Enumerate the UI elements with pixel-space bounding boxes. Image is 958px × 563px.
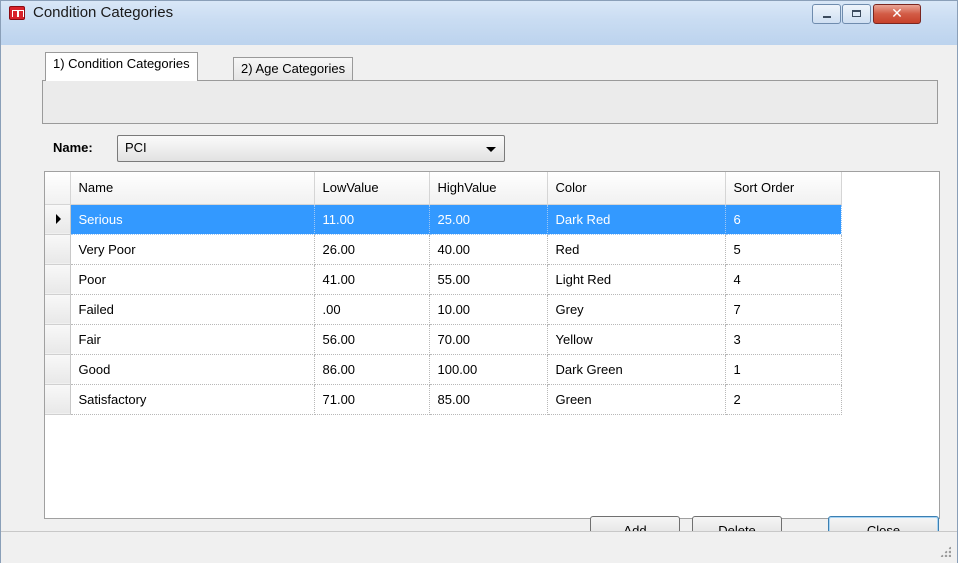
- cell-name[interactable]: Satisfactory: [70, 384, 315, 415]
- cell-sort-order[interactable]: 6: [725, 204, 842, 235]
- cell-color[interactable]: Grey: [547, 294, 726, 325]
- cell-lowvalue[interactable]: 56.00: [314, 324, 430, 355]
- tab-condition-categories[interactable]: 1) Condition Categories: [45, 52, 198, 81]
- cell-color[interactable]: Green: [547, 384, 726, 415]
- column-header-name[interactable]: Name: [70, 172, 315, 205]
- row-header-corner: [45, 172, 71, 205]
- maximize-button[interactable]: [842, 4, 871, 24]
- current-row-icon: [56, 213, 61, 224]
- column-header-sort-order[interactable]: Sort Order: [725, 172, 842, 205]
- row-header[interactable]: [45, 234, 71, 265]
- column-header-highvalue[interactable]: HighValue: [429, 172, 548, 205]
- table-row[interactable]: Serious 11.00 25.00 Dark Red 6: [45, 204, 842, 235]
- cell-sort-order[interactable]: 5: [725, 234, 842, 265]
- cell-color[interactable]: Dark Green: [547, 354, 726, 385]
- cell-highvalue[interactable]: 70.00: [429, 324, 548, 355]
- cell-highvalue[interactable]: 55.00: [429, 264, 548, 295]
- cell-sort-order[interactable]: 1: [725, 354, 842, 385]
- condition-categories-grid[interactable]: Name LowValue HighValue Color Sort Order…: [44, 171, 940, 519]
- row-header[interactable]: [45, 324, 71, 355]
- table-row[interactable]: Satisfactory 71.00 85.00 Green 2: [45, 384, 842, 415]
- header-row: Name LowValue HighValue Color Sort Order: [45, 172, 842, 205]
- cell-name[interactable]: Very Poor: [70, 234, 315, 265]
- cell-name[interactable]: Poor: [70, 264, 315, 295]
- close-window-button[interactable]: ✕: [873, 4, 921, 24]
- cell-lowvalue[interactable]: 86.00: [314, 354, 430, 385]
- cell-sort-order[interactable]: 4: [725, 264, 842, 295]
- cell-lowvalue[interactable]: .00: [314, 294, 430, 325]
- cell-lowvalue[interactable]: 11.00: [314, 204, 430, 235]
- cell-name[interactable]: Failed: [70, 294, 315, 325]
- maximize-icon: [852, 10, 861, 17]
- cell-highvalue[interactable]: 25.00: [429, 204, 548, 235]
- cell-highvalue[interactable]: 85.00: [429, 384, 548, 415]
- table-row[interactable]: Poor 41.00 55.00 Light Red 4: [45, 264, 842, 295]
- status-bar: [1, 531, 957, 563]
- window-title: Condition Categories: [33, 4, 174, 21]
- cell-highvalue[interactable]: 100.00: [429, 354, 548, 385]
- app-icon: [9, 6, 25, 20]
- column-header-lowvalue[interactable]: LowValue: [314, 172, 430, 205]
- tab-age-categories[interactable]: 2) Age Categories: [233, 57, 354, 81]
- cell-highvalue[interactable]: 10.00: [429, 294, 548, 325]
- table-row[interactable]: Good 86.00 100.00 Dark Green 1: [45, 354, 842, 385]
- name-dropdown-value: PCI: [125, 140, 147, 155]
- row-header[interactable]: [45, 354, 71, 385]
- resize-grip-icon[interactable]: [940, 546, 951, 557]
- column-header-color[interactable]: Color: [547, 172, 726, 205]
- cell-sort-order[interactable]: 2: [725, 384, 842, 415]
- title-bar[interactable]: Condition Categories ✕: [1, 1, 957, 45]
- cell-name[interactable]: Serious: [70, 204, 315, 235]
- row-header[interactable]: [45, 264, 71, 295]
- cell-color[interactable]: Red: [547, 234, 726, 265]
- cell-lowvalue[interactable]: 26.00: [314, 234, 430, 265]
- tab-panel: [42, 80, 938, 124]
- row-header[interactable]: [45, 384, 71, 415]
- chevron-down-icon: [486, 147, 496, 152]
- cell-lowvalue[interactable]: 41.00: [314, 264, 430, 295]
- close-icon: ✕: [891, 6, 903, 22]
- cell-color[interactable]: Light Red: [547, 264, 726, 295]
- condition-categories-window: Condition Categories ✕ 1) Condition Cate…: [0, 0, 958, 563]
- name-dropdown[interactable]: PCI: [117, 135, 505, 162]
- name-label: Name:: [53, 140, 93, 155]
- minimize-icon: [823, 16, 831, 18]
- cell-color[interactable]: Dark Red: [547, 204, 726, 235]
- cell-color[interactable]: Yellow: [547, 324, 726, 355]
- table-row[interactable]: Fair 56.00 70.00 Yellow 3: [45, 324, 842, 355]
- row-header[interactable]: [45, 294, 71, 325]
- cell-highvalue[interactable]: 40.00: [429, 234, 548, 265]
- cell-name[interactable]: Fair: [70, 324, 315, 355]
- table-row[interactable]: Very Poor 26.00 40.00 Red 5: [45, 234, 842, 265]
- minimize-button[interactable]: [812, 4, 841, 24]
- cell-sort-order[interactable]: 3: [725, 324, 842, 355]
- row-header[interactable]: [45, 204, 71, 235]
- cell-lowvalue[interactable]: 71.00: [314, 384, 430, 415]
- data-table: Name LowValue HighValue Color Sort Order…: [45, 172, 842, 415]
- table-row[interactable]: Failed .00 10.00 Grey 7: [45, 294, 842, 325]
- cell-sort-order[interactable]: 7: [725, 294, 842, 325]
- cell-name[interactable]: Good: [70, 354, 315, 385]
